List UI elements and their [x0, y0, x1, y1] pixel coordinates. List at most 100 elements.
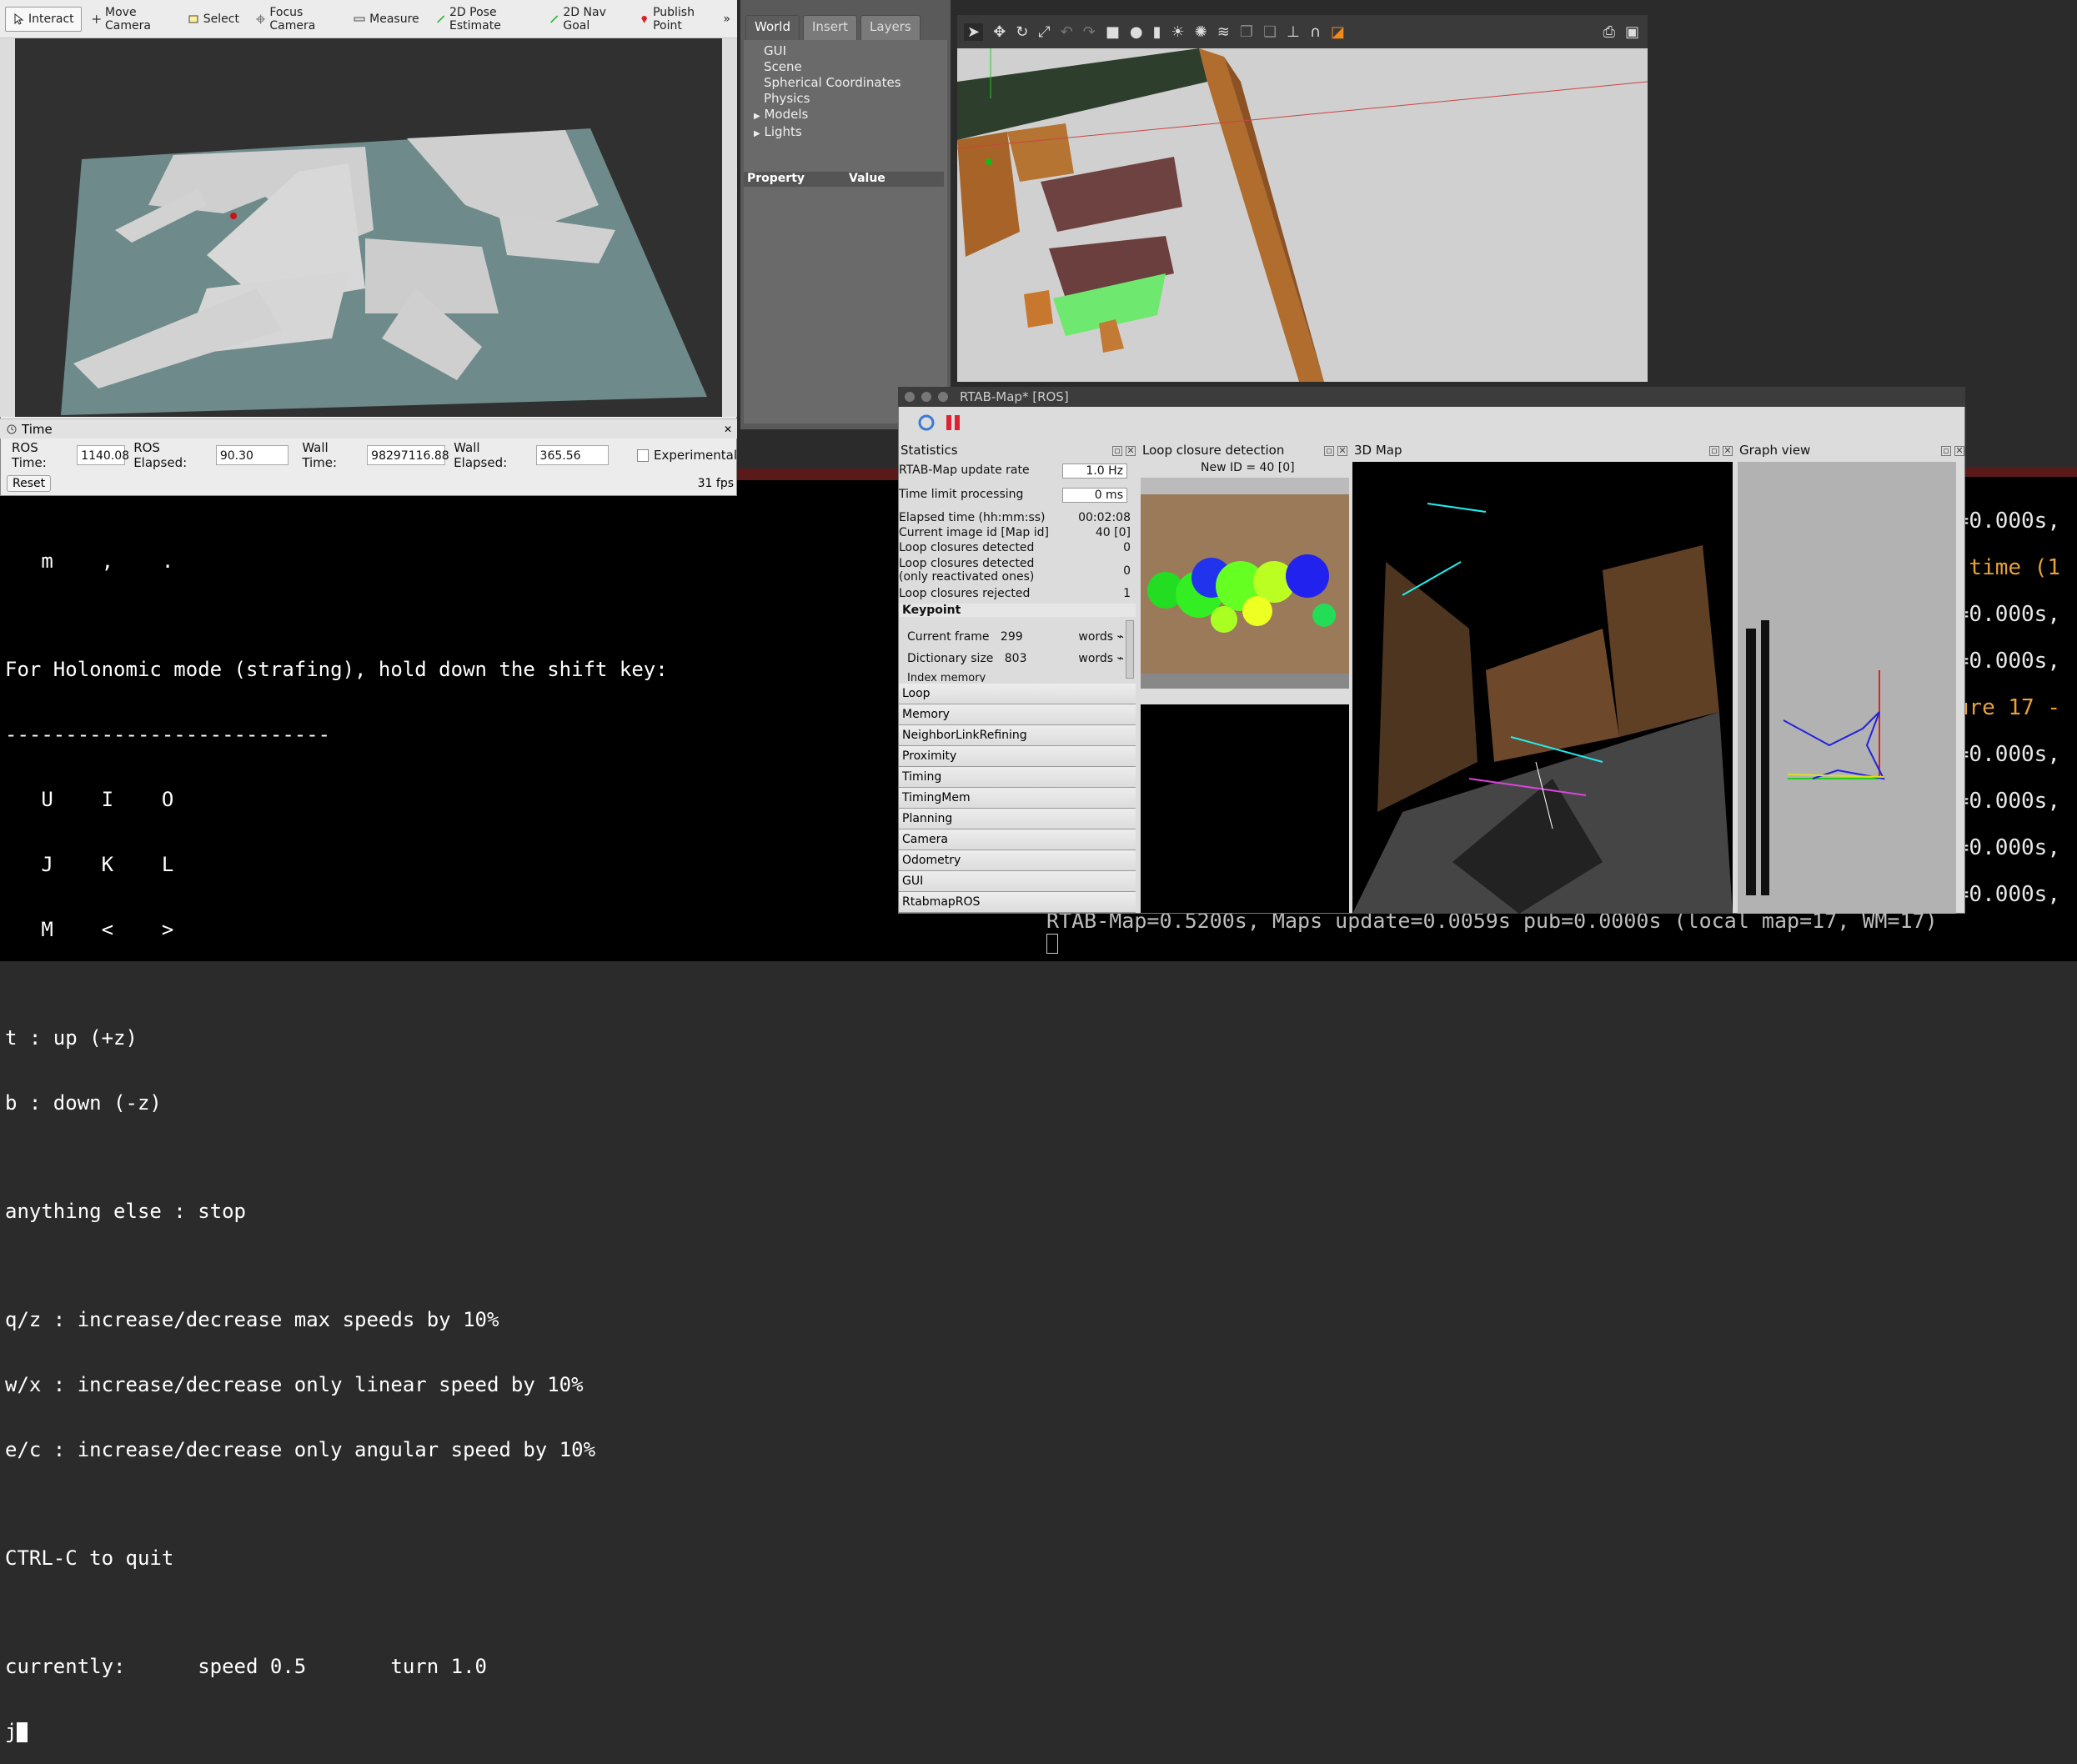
time-limit-spinbox[interactable]: 0 ms — [1062, 488, 1127, 503]
section-gui[interactable]: GUI — [899, 871, 1136, 892]
section-camera[interactable]: Camera — [899, 829, 1136, 850]
tool-move-camera[interactable]: Move Camera — [85, 6, 178, 33]
section-odometry[interactable]: Odometry — [899, 850, 1136, 871]
tool-label: Focus Camera — [269, 5, 316, 33]
tree-item-spherical-coordinates[interactable]: Spherical Coordinates — [764, 75, 947, 91]
directional-light-icon[interactable]: ≋ — [1217, 23, 1230, 41]
wall-time-field[interactable]: 98297116.88 — [367, 445, 449, 465]
float-icon[interactable]: ▫ — [1941, 446, 1951, 456]
dictionary-label: Dictionary size 803 — [907, 652, 1027, 665]
section-timing-mem[interactable]: TimingMem — [899, 788, 1136, 809]
expand-arrow-icon[interactable]: ▶ — [754, 112, 760, 121]
keypoint-section-title: Keypoint — [902, 604, 961, 617]
ros-time-field[interactable]: 1140.08 — [77, 445, 129, 465]
wall-elapsed-field[interactable]: 365.56 — [535, 445, 609, 465]
point-light-icon[interactable]: ☀ — [1171, 23, 1185, 41]
tool-2d-pose-estimate[interactable]: 2D Pose Estimate — [429, 6, 539, 33]
tab-insert[interactable]: Insert — [803, 15, 858, 40]
expand-arrow-icon[interactable]: ▶ — [754, 129, 760, 138]
cylinder-shape-icon[interactable]: ▮ — [1153, 23, 1161, 41]
section-planning[interactable]: Planning — [899, 809, 1136, 829]
experimental-checkbox[interactable] — [636, 449, 649, 462]
tab-layers[interactable]: Layers — [860, 15, 921, 40]
align-icon[interactable]: ⊥ — [1287, 23, 1300, 41]
tool-measure[interactable]: Measure — [347, 7, 426, 32]
tree-item-gui[interactable]: GUI — [764, 43, 947, 59]
tool-focus-camera[interactable]: Focus Camera — [249, 5, 344, 33]
spot-light-icon[interactable]: ✺ — [1195, 23, 1207, 41]
box-shape-icon[interactable]: ■ — [1106, 23, 1120, 41]
update-rate-spinbox[interactable]: 1.0 Hz — [1062, 464, 1127, 479]
tree-item-models[interactable]: ▶ Models — [754, 107, 947, 124]
select-mode-icon[interactable]: ➤ — [964, 23, 984, 41]
section-loop[interactable]: Loop — [899, 684, 1136, 704]
rtabmap-toolbar — [899, 408, 1964, 437]
scale-mode-icon[interactable]: ⤢ — [1038, 23, 1050, 41]
translate-mode-icon[interactable]: ✥ — [993, 23, 1006, 41]
ros-time-label: ROS Time: — [12, 440, 47, 470]
close-icon[interactable]: ✕ — [724, 423, 732, 435]
loop-closure-match-image — [1141, 704, 1349, 913]
float-icon[interactable]: ▫ — [1112, 446, 1122, 456]
reset-button[interactable]: Reset — [7, 475, 52, 492]
terminal-line: m , . — [5, 549, 174, 573]
graph-view[interactable] — [1738, 462, 1956, 914]
rviz-right-dock-handle[interactable] — [722, 38, 737, 417]
paste-icon[interactable]: ❏ — [1263, 23, 1277, 41]
refresh-icon[interactable] — [917, 413, 936, 432]
section-rtabmap-ros[interactable]: RtabmapROS — [899, 892, 1136, 913]
copy-icon[interactable]: ❐ — [1240, 23, 1253, 41]
time-limit-row: Time limit processing 0 ms — [899, 488, 1136, 503]
section-neighbor-link-refining[interactable]: NeighborLinkRefining — [899, 725, 1136, 746]
snap-icon[interactable]: ∩ — [1310, 23, 1321, 41]
keypoint-section-header[interactable]: Keypoint — [899, 604, 1136, 617]
redo-icon[interactable]: ↷ — [1083, 23, 1096, 41]
close-window-icon[interactable] — [905, 392, 915, 402]
tree-item-lights[interactable]: ▶ Lights — [754, 124, 947, 142]
wall-elapsed-label: Wall Elapsed: — [454, 440, 508, 470]
stats-scrollbar[interactable] — [1126, 620, 1134, 679]
close-icon[interactable]: ✕ — [1126, 446, 1136, 456]
gazebo-3d-scene[interactable] — [956, 48, 1648, 382]
minimize-window-icon[interactable] — [921, 392, 931, 402]
undo-icon[interactable]: ↶ — [1061, 23, 1073, 41]
change-view-icon[interactable]: ◪ — [1331, 23, 1345, 41]
rviz-left-dock-handle[interactable] — [0, 38, 15, 417]
pause-icon[interactable] — [944, 413, 962, 432]
rotate-mode-icon[interactable]: ↻ — [1016, 23, 1028, 41]
current-frame-row: Current frame 299 words ⌁ — [899, 630, 1124, 644]
float-icon[interactable]: ▫ — [1709, 446, 1719, 456]
move-camera-icon — [92, 14, 101, 23]
gazebo-scene-toolbar: ➤ ✥ ↻ ⤢ ↶ ↷ ■ ● ▮ ☀ ✺ ≋ ❐ ❏ ⊥ ∩ ◪ ⎙ ▣ — [957, 15, 1648, 48]
tool-2d-nav-goal[interactable]: 2D Nav Goal — [543, 6, 630, 33]
tree-item-physics[interactable]: Physics — [764, 91, 947, 107]
tool-label: Interact — [28, 12, 74, 26]
section-timing[interactable]: Timing — [899, 767, 1136, 788]
sphere-shape-icon[interactable]: ● — [1130, 23, 1143, 41]
rviz-3d-view[interactable] — [15, 38, 722, 417]
tree-item-scene[interactable]: Scene — [764, 59, 947, 75]
teleop-terminal[interactable]: m , . For Holonomic mode (strafing), hol… — [0, 469, 1038, 1742]
tool-select[interactable]: Select — [181, 7, 246, 32]
section-proximity[interactable]: Proximity — [899, 746, 1136, 767]
log-line: =0.000s, — [1955, 602, 2060, 627]
plot-icon[interactable]: ⌁ — [1117, 652, 1124, 665]
loop-rejected-row: Loop closures rejected 1 — [899, 587, 1136, 600]
toolbar-overflow-button[interactable]: » — [723, 13, 730, 26]
screenshot-icon[interactable]: ⎙ — [1603, 23, 1615, 41]
focus-camera-icon — [255, 13, 266, 24]
close-icon[interactable]: ✕ — [1723, 446, 1733, 456]
ros-elapsed-field[interactable]: 90.30 — [215, 445, 289, 465]
tab-world[interactable]: World — [745, 15, 800, 40]
float-icon[interactable]: ▫ — [1324, 446, 1334, 456]
maximize-window-icon[interactable] — [938, 392, 948, 402]
tool-interact[interactable]: Interact — [5, 6, 82, 32]
map-3d-view[interactable] — [1352, 462, 1733, 914]
section-memory[interactable]: Memory — [899, 704, 1136, 725]
plot-icon[interactable]: ⌁ — [1117, 630, 1124, 644]
close-icon[interactable]: ✕ — [1337, 446, 1347, 456]
close-icon[interactable]: ✕ — [1954, 446, 1964, 456]
loop-detected-label: Loop closures detected — [899, 541, 1035, 554]
tool-publish-point[interactable]: Publish Point — [633, 6, 720, 33]
record-log-icon[interactable]: ▣ — [1625, 23, 1639, 41]
